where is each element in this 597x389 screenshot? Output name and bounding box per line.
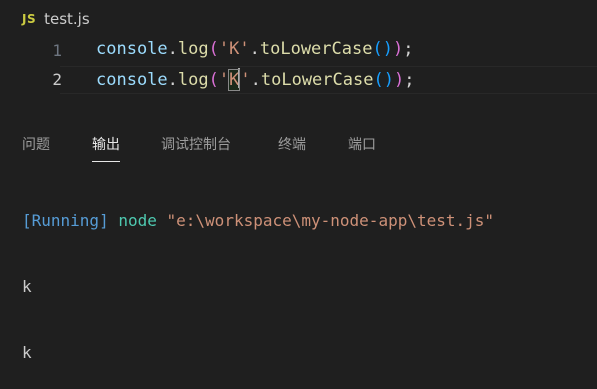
token-quote: ' (218, 70, 230, 90)
file-name[interactable]: test.js (44, 10, 90, 28)
token-object: console (96, 70, 168, 90)
token-function: log (177, 39, 209, 59)
token-paren: () (373, 70, 394, 90)
token-dot: . (167, 70, 178, 90)
token-paren: () (372, 39, 393, 59)
tab-ports[interactable]: 端口 (348, 134, 376, 158)
run-file-path: "e:\workspace\my-node-app\test.js" (166, 211, 495, 230)
breadcrumb[interactable]: JS test.js (22, 8, 90, 30)
token-quote: ' (218, 39, 230, 59)
token-paren: ( (208, 70, 219, 90)
token-method: toLowerCase (259, 39, 373, 59)
token-function: log (177, 70, 209, 90)
token-dot: . (167, 39, 178, 59)
token-method: toLowerCase (260, 70, 374, 90)
panel-tab-bar: 问题 输出 调试控制台 终端 端口 (0, 120, 597, 164)
code-line-active[interactable]: 2 console.log('K'.toLowerCase()); (0, 66, 597, 94)
line-number: 2 (52, 70, 62, 89)
output-panel[interactable]: [Running] node "e:\workspace\my-node-app… (22, 172, 494, 389)
output-result-line: k (22, 277, 32, 296)
code-line[interactable]: 1 console.log('K'.toLowerCase()); (0, 37, 597, 65)
code-text[interactable]: console.log('K'.toLowerCase()); (96, 39, 413, 59)
tab-debug-console[interactable]: 调试控制台 (161, 134, 231, 158)
run-status: [Running] (22, 211, 109, 230)
token-paren: ) (392, 39, 404, 59)
token-paren: ) (393, 70, 405, 90)
run-command: node (118, 211, 157, 230)
token-semicolon: ; (404, 70, 415, 90)
tab-output[interactable]: 输出 (92, 134, 120, 162)
token-string: K (229, 39, 240, 59)
token-dot: . (249, 39, 260, 59)
tab-terminal[interactable]: 终端 (278, 134, 306, 158)
token-quote: ' (239, 39, 250, 59)
line-number: 1 (52, 41, 62, 60)
output-result-line: k (22, 343, 32, 362)
token-object: console (96, 39, 168, 59)
tab-problems[interactable]: 问题 (22, 134, 50, 158)
token-quote: ' (240, 70, 251, 90)
token-paren: ( (208, 39, 219, 59)
token-dot: . (250, 70, 261, 90)
token-semicolon: ; (403, 39, 414, 59)
output-command-line: [Running] node "e:\workspace\my-node-app… (22, 210, 494, 238)
code-text[interactable]: console.log('K'.toLowerCase()); (96, 68, 415, 91)
editor[interactable]: JS test.js 1 console.log('K'.toLowerCase… (0, 0, 597, 116)
javascript-file-icon: JS (22, 12, 37, 26)
